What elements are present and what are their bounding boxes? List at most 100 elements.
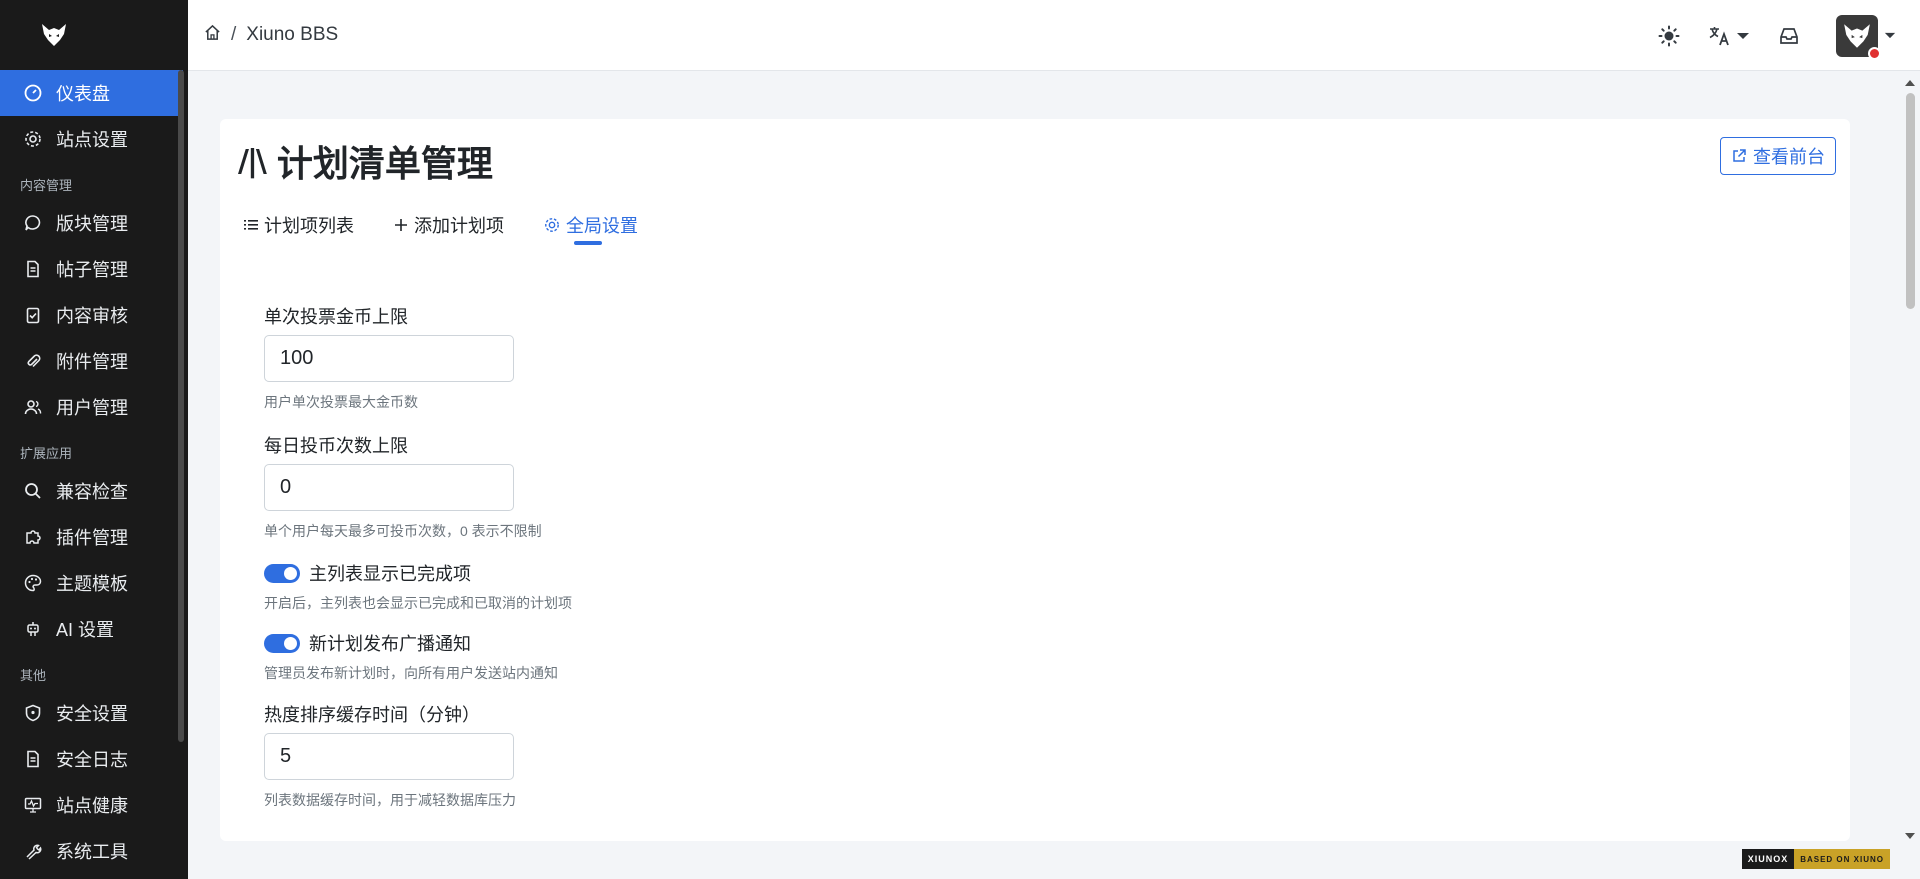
gear-icon — [544, 217, 560, 233]
cache-time-group: 热度排序缓存时间（分钟） 列表数据缓存时间，用于减轻数据库压力 — [264, 701, 1064, 808]
sidebar-item-label: 兼容检查 — [56, 482, 128, 502]
shield-icon — [22, 702, 44, 724]
sidebar-item-label: 站点健康 — [56, 796, 128, 816]
sidebar-item-site-settings[interactable]: 站点设置 — [0, 116, 188, 162]
sidebar-item-site-health[interactable]: 站点健康 — [0, 782, 188, 828]
vote-limit-input[interactable] — [264, 335, 514, 382]
inbox-button[interactable] — [1778, 25, 1800, 47]
broadcast-label: 新计划发布广播通知 — [309, 634, 471, 654]
sidebar: 仪表盘 站点设置 内容管理 版块管理 帖子管理 内容审核 附件管理 用户管理 扩… — [0, 0, 188, 879]
document-icon — [22, 258, 44, 280]
view-frontend-label: 查看前台 — [1753, 147, 1825, 167]
cache-time-label: 热度排序缓存时间（分钟） — [264, 705, 480, 725]
chat-bubble-icon — [22, 212, 44, 234]
broadcast-toggle[interactable] — [264, 633, 300, 653]
sidebar-item-ai-settings[interactable]: AI 设置 — [0, 606, 188, 652]
show-completed-toggle[interactable] — [264, 563, 300, 583]
sidebar-item-label: 用户管理 — [56, 398, 128, 418]
show-completed-label: 主列表显示已完成项 — [309, 564, 471, 584]
sidebar-item-dashboard[interactable]: 仪表盘 — [0, 70, 183, 116]
sidebar-item-label: AI 设置 — [56, 620, 115, 640]
plan-list-card: /|\ 计划清单管理 查看前台 计划项列表 添加计划项 全局设置 单次投票金币上… — [220, 119, 1850, 841]
external-link-icon — [1731, 148, 1747, 164]
sidebar-item-attachments[interactable]: 附件管理 — [0, 338, 188, 384]
sidebar-item-system-tools[interactable]: 系统工具 — [0, 828, 188, 874]
clipboard-check-icon — [22, 304, 44, 326]
global-settings-form: 单次投票金币上限 用户单次投票最大金币数 每日投币次数上限 单个用户每天最多可投… — [264, 303, 1064, 830]
sidebar-item-label: 插件管理 — [56, 528, 128, 548]
daily-limit-help: 单个用户每天最多可投币次数，0 表示不限制 — [264, 523, 542, 539]
sidebar-section-content: 内容管理 — [20, 178, 73, 193]
tab-label: 添加计划项 — [414, 216, 504, 236]
sidebar-item-security-settings[interactable]: 安全设置 — [0, 690, 188, 736]
translate-icon — [1709, 26, 1729, 45]
badge-right: BASED ON XIUNO — [1794, 849, 1890, 869]
breadcrumb-site-name[interactable]: Xiuno BBS — [246, 24, 338, 46]
language-dropdown-button[interactable] — [1708, 25, 1750, 47]
sidebar-scrollbar[interactable] — [178, 70, 184, 742]
inbox-icon — [1780, 27, 1798, 44]
theme-toggle-button[interactable] — [1658, 25, 1680, 47]
sidebar-item-label: 系统工具 — [56, 842, 128, 862]
puzzle-icon — [22, 526, 44, 548]
list-icon — [244, 218, 258, 232]
vote-limit-label: 单次投票金币上限 — [264, 307, 408, 327]
tab-add-plan[interactable]: 添加计划项 — [394, 205, 504, 245]
scroll-thumb[interactable] — [1906, 93, 1915, 309]
sidebar-item-forums[interactable]: 版块管理 — [0, 200, 188, 246]
sidebar-item-plugins[interactable]: 插件管理 — [0, 514, 188, 560]
scroll-up-arrow[interactable] — [1905, 80, 1915, 86]
sidebar-item-label: 仪表盘 — [56, 84, 110, 104]
sidebar-item-label: 帖子管理 — [56, 260, 128, 280]
robot-icon — [22, 618, 44, 640]
sidebar-item-moderation[interactable]: 内容审核 — [0, 292, 188, 338]
toggle-knob — [284, 566, 297, 580]
daily-limit-input[interactable] — [264, 464, 514, 511]
home-icon[interactable] — [204, 24, 221, 47]
toggle-knob — [284, 636, 297, 650]
vote-limit-group: 单次投票金币上限 用户单次投票最大金币数 — [264, 303, 1064, 410]
caret-down-icon — [1737, 32, 1749, 39]
vote-limit-help: 用户单次投票最大金币数 — [264, 394, 418, 410]
sidebar-item-label: 站点设置 — [56, 130, 128, 150]
tab-label: 计划项列表 — [264, 216, 354, 236]
tab-global-settings[interactable]: 全局设置 — [544, 205, 638, 245]
sidebar-section-other: 其他 — [20, 668, 47, 683]
badge-left: XIUNOX — [1741, 849, 1795, 869]
avatar — [1836, 14, 1881, 60]
show-completed-group: 主列表显示已完成项 开启后，主列表也会显示已完成和已取消的计划项 — [264, 561, 1064, 611]
users-icon — [22, 396, 44, 418]
wolf-avatar-icon — [1844, 23, 1870, 48]
logo[interactable] — [0, 0, 108, 70]
sidebar-item-posts[interactable]: 帖子管理 — [0, 246, 188, 292]
gear-icon — [22, 128, 44, 150]
top-actions — [1630, 0, 1896, 71]
page-scrollbar[interactable] — [1900, 71, 1920, 841]
palette-icon — [22, 572, 44, 594]
log-icon — [22, 748, 44, 770]
daily-limit-group: 每日投币次数上限 单个用户每天最多可投币次数，0 表示不限制 — [264, 432, 1064, 539]
page-title: /|\ 计划清单管理 — [238, 135, 493, 187]
sidebar-item-themes[interactable]: 主题模板 — [0, 560, 188, 606]
sidebar-section-extensions: 扩展应用 — [20, 446, 73, 461]
sidebar-item-label: 附件管理 — [56, 352, 128, 372]
view-frontend-button[interactable]: 查看前台 — [1720, 137, 1836, 175]
breadcrumb-separator: / — [231, 24, 237, 45]
powered-by-badge[interactable]: XIUNOX BASED ON XIUNO — [1741, 849, 1890, 869]
sidebar-item-compat-check[interactable]: 兼容检查 — [0, 468, 188, 514]
sidebar-item-label: 内容审核 — [56, 306, 128, 326]
sidebar-item-users[interactable]: 用户管理 — [0, 384, 188, 430]
sidebar-item-security-log[interactable]: 安全日志 — [0, 736, 188, 782]
scroll-down-arrow[interactable] — [1905, 833, 1915, 839]
road-icon: /|\ — [238, 143, 267, 179]
tab-label: 全局设置 — [566, 216, 638, 236]
cache-time-input[interactable] — [264, 733, 514, 780]
topbar: / Xiuno BBS — [188, 0, 1920, 71]
sidebar-item-label: 版块管理 — [56, 214, 128, 234]
broadcast-group: 新计划发布广播通知 管理员发布新计划时，向所有用户发送站内通知 — [264, 631, 1064, 681]
sidebar-item-label: 安全设置 — [56, 704, 128, 724]
broadcast-help: 管理员发布新计划时，向所有用户发送站内通知 — [264, 665, 558, 681]
daily-limit-label: 每日投币次数上限 — [264, 436, 408, 456]
tab-plan-list[interactable]: 计划项列表 — [244, 205, 354, 245]
user-menu-button[interactable] — [1836, 14, 1896, 60]
